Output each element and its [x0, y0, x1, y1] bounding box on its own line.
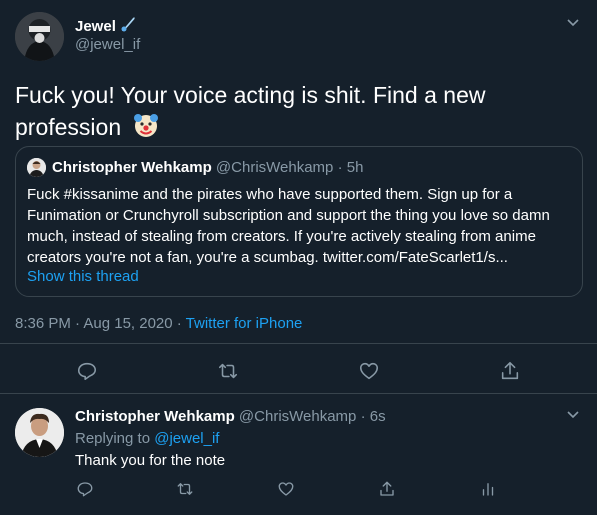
quoted-avatar[interactable]	[27, 158, 46, 177]
tweet-text-content: Fuck you! Your voice acting is shit. Fin…	[15, 82, 486, 141]
retweet-icon[interactable]	[176, 480, 194, 498]
share-icon[interactable]	[378, 480, 396, 498]
reply-tweet[interactable]: Christopher Wehkamp @ChrisWehkamp · 6s R…	[0, 394, 597, 515]
retweet-icon[interactable]	[217, 360, 239, 382]
author-name-text: Jewel	[75, 17, 116, 35]
reply-header: Christopher Wehkamp @ChrisWehkamp · 6s	[75, 408, 386, 425]
timestamp-text[interactable]: 8:36 PM · Aug 15, 2020 ·	[15, 315, 186, 332]
comet-emoji-icon	[120, 16, 136, 36]
author-name[interactable]: Jewel	[75, 16, 136, 36]
reply-avatar[interactable]	[15, 408, 64, 457]
share-icon[interactable]	[499, 360, 521, 382]
avatar[interactable]	[15, 12, 64, 61]
quoted-tweet[interactable]: Christopher Wehkamp @ChrisWehkamp · 5h F…	[15, 146, 583, 297]
show-thread-link[interactable]: Show this thread	[27, 268, 139, 285]
analytics-icon[interactable]	[479, 480, 497, 498]
replying-prefix: Replying to	[75, 430, 155, 447]
like-icon[interactable]	[277, 480, 295, 498]
chevron-down-icon[interactable]	[565, 14, 581, 30]
like-icon[interactable]	[358, 360, 380, 382]
reply-icon[interactable]	[76, 480, 94, 498]
author-handle[interactable]: @jewel_if	[75, 36, 140, 53]
quoted-header: Christopher Wehkamp @ChrisWehkamp · 5h	[52, 159, 363, 176]
main-tweet: Jewel @jewel_if Fuck you! Your voice act…	[0, 0, 597, 393]
clown-emoji-icon	[132, 111, 160, 147]
divider	[0, 343, 597, 344]
source-link[interactable]: Twitter for iPhone	[186, 315, 303, 332]
quoted-meta: @ChrisWehkamp · 5h	[211, 159, 364, 176]
quoted-text: Fuck #kissanime and the pirates who have…	[27, 186, 550, 266]
reply-icon[interactable]	[76, 360, 98, 382]
replying-to: Replying to @jewel_if	[75, 430, 219, 447]
reply-text: Thank you for the note	[75, 452, 226, 469]
reply-meta[interactable]: @ChrisWehkamp · 6s	[235, 408, 386, 425]
reply-author-name[interactable]: Christopher Wehkamp	[75, 408, 235, 425]
chevron-down-icon[interactable]	[565, 406, 581, 422]
tweet-text: Fuck you! Your voice acting is shit. Fin…	[15, 80, 575, 147]
tweet-timestamp: 8:36 PM · Aug 15, 2020 · Twitter for iPh…	[15, 315, 302, 332]
replying-mention[interactable]: @jewel_if	[154, 430, 219, 447]
quoted-author-name: Christopher Wehkamp	[52, 159, 212, 176]
